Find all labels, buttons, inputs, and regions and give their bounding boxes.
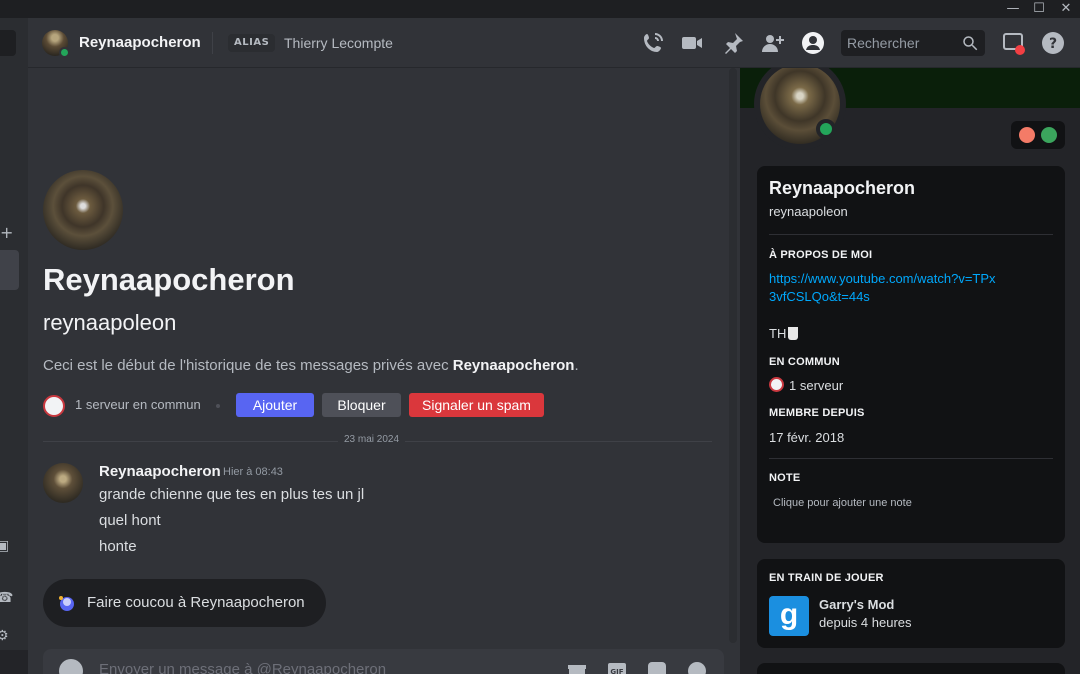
note-input[interactable]: Clique pour ajouter une note — [773, 497, 912, 509]
window-titlebar: — ☐ ✕ — [0, 0, 1080, 18]
server-icon — [769, 377, 784, 392]
add-friend-icon[interactable] — [761, 31, 785, 55]
close-icon[interactable]: ✕ — [1053, 0, 1079, 18]
settings-icon[interactable]: ⚙ — [0, 628, 16, 648]
minimize-icon[interactable]: — — [1000, 0, 1026, 18]
member-since-label: MEMBRE DEPUIS — [769, 407, 865, 419]
gift-icon[interactable] — [566, 659, 588, 674]
profile-display-name: Reynaapocheron — [769, 178, 916, 198]
intro-username: reynaapoleon — [43, 310, 177, 335]
user-profile-panel: Reynaapocheron reynaapoleon À PROPOS DE … — [740, 68, 1080, 674]
profile-info-card: Reynaapocheron reynaapoleon À PROPOS DE … — [757, 166, 1065, 543]
in-common-value[interactable]: 1 serveur — [789, 378, 843, 393]
cup-emoji-icon — [788, 327, 799, 340]
hypesquad-badge-icon[interactable] — [1041, 127, 1057, 143]
video-call-icon[interactable] — [680, 31, 704, 55]
selected-dm-item[interactable] — [0, 250, 19, 290]
message-placeholder: Envoyer un message à @Reynaapocheron — [99, 661, 387, 674]
sticker-icon[interactable] — [646, 659, 668, 674]
add-friend-button[interactable]: Ajouter — [236, 393, 314, 417]
upload-plus-icon[interactable] — [59, 659, 83, 674]
date-divider-label: 23 mai 2024 — [338, 434, 406, 445]
message-line: honte — [99, 538, 137, 555]
intro-description: Ceci est le début de l'historique de tes… — [43, 357, 579, 374]
note-label: NOTE — [769, 472, 801, 484]
online-status-icon — [816, 119, 836, 139]
divider — [769, 234, 1053, 235]
divider — [769, 458, 1053, 459]
sidebar-search-box[interactable] — [0, 30, 16, 56]
screen-share-icon[interactable]: ▣ — [0, 538, 16, 558]
channel-header: Reynaapocheron ALIAS Thierry Lecompte Re… — [28, 18, 1080, 68]
help-icon[interactable]: ? — [1041, 31, 1065, 55]
avatar[interactable] — [43, 170, 123, 250]
chat-area: Reynaapocheron reynaapoleon Ceci est le … — [28, 68, 740, 674]
user-panel — [0, 650, 28, 674]
online-status-icon — [59, 47, 70, 58]
mutual-servers-link[interactable]: 1 serveur en commun — [75, 397, 201, 412]
playing-label: EN TRAIN DE JOUER — [769, 572, 884, 584]
pin-icon[interactable] — [721, 31, 745, 55]
disconnect-call-icon[interactable]: ☎ — [0, 590, 16, 610]
game-duration: depuis 4 heures — [819, 615, 912, 630]
search-icon — [963, 36, 978, 51]
message-author[interactable]: Reynaapocheron — [99, 463, 221, 480]
add-dm-icon[interactable]: + — [0, 223, 13, 242]
maximize-icon[interactable]: ☐ — [1026, 0, 1052, 18]
about-me-text: TH — [769, 326, 799, 341]
alias-tag: ALIAS — [228, 34, 276, 52]
nitro-badge-icon[interactable] — [1019, 127, 1035, 143]
report-spam-button[interactable]: Signaler un spam — [409, 393, 544, 417]
message-line: grande chienne que tes en plus tes un jl — [99, 486, 365, 503]
gif-icon[interactable]: GIF — [606, 659, 628, 674]
about-me-label: À PROPOS DE MOI — [769, 249, 873, 261]
activity-card: EN TRAIN DE JOUER g Garry's Mod depuis 4… — [757, 559, 1065, 648]
about-me-link[interactable]: https://www.youtube.com/watch?v=TPx3vfCS… — [769, 270, 999, 306]
server-sidebar: + ▣ ☎ ⚙ — [0, 18, 28, 674]
search-input[interactable]: Rechercher — [841, 30, 985, 56]
svg-text:?: ? — [1049, 36, 1057, 52]
block-button[interactable]: Bloquer — [322, 393, 401, 417]
server-icon[interactable] — [43, 395, 65, 417]
wave-label: Faire coucou à Reynaapocheron — [87, 594, 305, 611]
separator-dot — [216, 404, 220, 408]
svg-text:GIF: GIF — [610, 668, 623, 674]
header-divider — [212, 32, 213, 54]
profile-username: reynaapoleon — [769, 204, 848, 219]
message-timestamp: Hier à 08:43 — [223, 466, 283, 478]
user-profile-icon[interactable] — [801, 31, 825, 55]
game-name: Garry's Mod — [819, 597, 895, 612]
in-common-label: EN COMMUN — [769, 356, 840, 368]
wave-button[interactable]: Faire coucou à Reynaapocheron — [43, 579, 326, 627]
message-line: quel hont — [99, 512, 161, 529]
emoji-icon[interactable] — [686, 659, 708, 674]
wumpus-wave-icon — [59, 596, 74, 611]
alias-value: Thierry Lecompte — [284, 35, 393, 51]
phone-call-icon[interactable] — [641, 31, 665, 55]
garrys-mod-icon: g — [769, 596, 809, 636]
member-since-value: 17 févr. 2018 — [769, 430, 845, 445]
chat-scrollbar[interactable] — [729, 68, 737, 643]
header-username[interactable]: Reynaapocheron — [79, 34, 201, 51]
message-input[interactable]: Envoyer un message à @Reynaapocheron GIF — [43, 649, 724, 674]
avatar[interactable] — [43, 463, 83, 503]
profile-badges — [1011, 121, 1065, 149]
intro-display-name: Reynaapocheron — [43, 262, 295, 297]
profile-extra-card — [757, 663, 1065, 674]
inbox-icon[interactable] — [1001, 31, 1025, 55]
search-placeholder: Rechercher — [847, 35, 920, 51]
